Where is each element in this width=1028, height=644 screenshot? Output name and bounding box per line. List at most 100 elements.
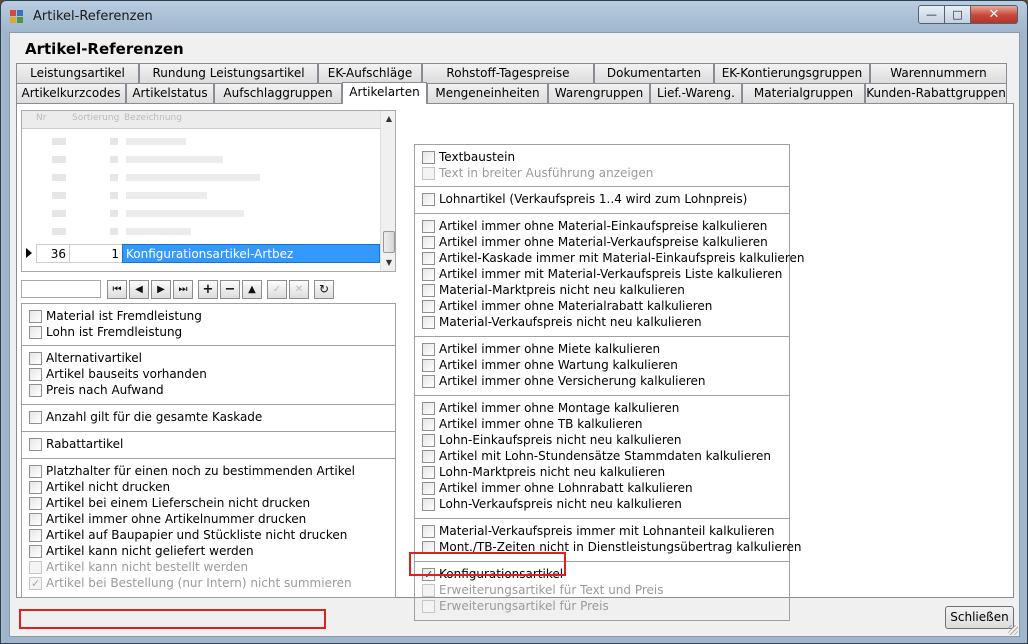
tab-warennummern[interactable]: Warennummern: [870, 63, 1007, 83]
navigator-position-input[interactable]: [21, 280, 101, 298]
tab-leistungsartikel[interactable]: Leistungsartikel: [16, 63, 139, 83]
checkbox-icon[interactable]: [422, 418, 435, 431]
artikelarten-grid[interactable]: Nr Sortierung Bezeichnung 36 1 Konfigurati…: [21, 110, 396, 272]
main-window: Artikel-Referenzen — □ ✕ Artikel-Referen…: [0, 0, 1028, 644]
checkbox-label: Artikel immer ohne Materialrabatt kalkul…: [439, 299, 713, 313]
grid-vertical-scrollbar[interactable]: ▲ ▼: [380, 111, 395, 271]
left-option-group: Rabattartikel: [21, 432, 396, 459]
tab-dokumentarten[interactable]: Dokumentarten: [594, 63, 714, 83]
checkbox-icon[interactable]: [29, 497, 42, 510]
checkbox-icon[interactable]: [422, 525, 435, 538]
tab-ek-aufschläge[interactable]: EK-Aufschläge: [318, 63, 422, 83]
tab-artikelarten[interactable]: Artikelarten: [342, 82, 427, 104]
checkbox-icon[interactable]: [29, 561, 42, 574]
cell-value[interactable]: 1: [69, 244, 123, 263]
scroll-down-icon[interactable]: ▼: [381, 255, 395, 271]
tab-ek-kontierungsgruppen[interactable]: EK-Kontierungsgruppen: [714, 63, 870, 83]
maximize-button[interactable]: □: [944, 5, 971, 24]
grid-row[interactable]: [22, 187, 380, 205]
grid-row-selected[interactable]: 36 1 Konfigurationsartikel-Artbez: [22, 244, 380, 263]
grid-row[interactable]: [22, 133, 380, 151]
title-bar[interactable]: Artikel-Referenzen — □ ✕: [1, 1, 1027, 33]
checkbox-icon[interactable]: [422, 359, 435, 372]
tab-artikelstatus[interactable]: Artikelstatus: [126, 83, 214, 103]
checkbox-icon[interactable]: [422, 343, 435, 356]
move-up-icon[interactable]: ▲: [242, 280, 262, 299]
minimize-button[interactable]: —: [918, 5, 945, 24]
tab-lief-wareng-[interactable]: Lief.-Wareng.: [650, 83, 742, 103]
grid-row[interactable]: [22, 205, 380, 223]
last-record-icon[interactable]: ⏭: [173, 280, 193, 299]
checkbox-icon[interactable]: [29, 513, 42, 526]
tab-panel-artikelarten: Nr Sortierung Bezeichnung 36 1 Konfigurati…: [16, 103, 1014, 629]
checkbox-label: Artikel immer ohne Montage kalkulieren: [439, 401, 680, 415]
tab-aufschlaggruppen[interactable]: Aufschlaggruppen: [214, 83, 342, 103]
checkbox-icon[interactable]: [422, 434, 435, 447]
checkbox-icon[interactable]: [29, 545, 42, 558]
row-indicator-icon: [26, 248, 32, 258]
checkbox-icon[interactable]: [422, 316, 435, 329]
checkbox-icon[interactable]: [422, 236, 435, 249]
checkbox-icon[interactable]: [422, 482, 435, 495]
checkbox-icon[interactable]: [422, 402, 435, 415]
add-record-icon[interactable]: +: [198, 280, 218, 299]
tab-rundung-leistungsartikel[interactable]: Rundung Leistungsartikel: [139, 63, 318, 83]
checkbox-icon[interactable]: [422, 151, 435, 164]
checkbox-checked-icon[interactable]: [29, 576, 42, 591]
checkbox-icon[interactable]: [422, 498, 435, 511]
checkbox-icon[interactable]: [29, 465, 42, 478]
checkbox-icon[interactable]: [29, 411, 42, 424]
cell-nr[interactable]: 36: [36, 244, 70, 263]
resize-grip-icon[interactable]: [1008, 625, 1018, 635]
checkbox-label: Artikel bauseits vorhanden: [46, 367, 207, 381]
left-option-group: Material ist Fremdleistung Lohn ist Fremd…: [21, 303, 396, 346]
checkbox-icon[interactable]: [29, 529, 42, 542]
delete-record-icon[interactable]: −: [220, 280, 240, 299]
close-button[interactable]: Schließen: [945, 606, 1014, 629]
scroll-thumb[interactable]: [383, 231, 395, 253]
close-window-button[interactable]: ✕: [970, 5, 1018, 24]
grid-row[interactable]: [22, 223, 380, 241]
checkbox-label: Artikel immer mit Material-Verkaufspreis…: [439, 267, 783, 281]
checkbox-icon[interactable]: [29, 310, 42, 323]
tab-rohstoff-tagespreise[interactable]: Rohstoff-Tagespreise: [422, 63, 594, 83]
post-edit-icon[interactable]: ✓: [267, 280, 287, 299]
checkbox-icon[interactable]: [29, 481, 42, 494]
cell-name[interactable]: Konfigurationsartikel-Artbez: [122, 244, 380, 263]
tab-artikelkurzcodes[interactable]: Artikelkurzcodes: [16, 83, 126, 103]
checkbox-icon[interactable]: [422, 167, 435, 180]
tab-kunden-rabattgruppen[interactable]: Kunden-Rabattgruppen: [865, 83, 1007, 103]
prev-record-icon[interactable]: ◀: [129, 280, 149, 299]
checkbox-icon[interactable]: [29, 384, 42, 397]
tab-warengruppen[interactable]: Warengruppen: [548, 83, 650, 103]
checkbox-icon[interactable]: [29, 438, 42, 451]
refresh-icon[interactable]: ↻: [314, 280, 334, 299]
checkbox-icon[interactable]: [422, 193, 435, 206]
scroll-up-icon[interactable]: ▲: [381, 111, 395, 127]
checkbox-icon[interactable]: [422, 600, 435, 613]
highlight-frame-left: [19, 609, 326, 629]
checkbox-icon[interactable]: [422, 284, 435, 297]
checkbox-icon[interactable]: [29, 368, 42, 381]
checkbox-icon[interactable]: [422, 450, 435, 463]
checkbox-label: Artikel kann nicht bestellt werden: [46, 560, 249, 574]
checkbox-icon[interactable]: [29, 326, 42, 339]
tab-mengeneinheiten[interactable]: Mengeneinheiten: [427, 83, 548, 103]
record-navigator: ⏮ ◀ ▶ ⏭ + − ▲ ✓ ✕ ↻: [21, 278, 351, 300]
checkbox-label: Artikel auf Baupapier und Stückliste nic…: [46, 528, 348, 542]
checkbox-icon[interactable]: [422, 220, 435, 233]
checkbox-icon[interactable]: [422, 584, 435, 597]
checkbox-icon[interactable]: [422, 268, 435, 281]
checkbox-label: Artikel bei einem Lieferschein nicht dru…: [46, 496, 311, 510]
grid-row[interactable]: [22, 169, 380, 187]
first-record-icon[interactable]: ⏮: [107, 280, 127, 299]
checkbox-icon[interactable]: [422, 375, 435, 388]
next-record-icon[interactable]: ▶: [151, 280, 171, 299]
tab-materialgruppen[interactable]: Materialgruppen: [742, 83, 865, 103]
checkbox-icon[interactable]: [422, 466, 435, 479]
checkbox-icon[interactable]: [422, 300, 435, 313]
checkbox-icon[interactable]: [422, 252, 435, 265]
checkbox-icon[interactable]: [29, 352, 42, 365]
cancel-edit-icon[interactable]: ✕: [289, 280, 309, 299]
grid-row[interactable]: [22, 151, 380, 169]
